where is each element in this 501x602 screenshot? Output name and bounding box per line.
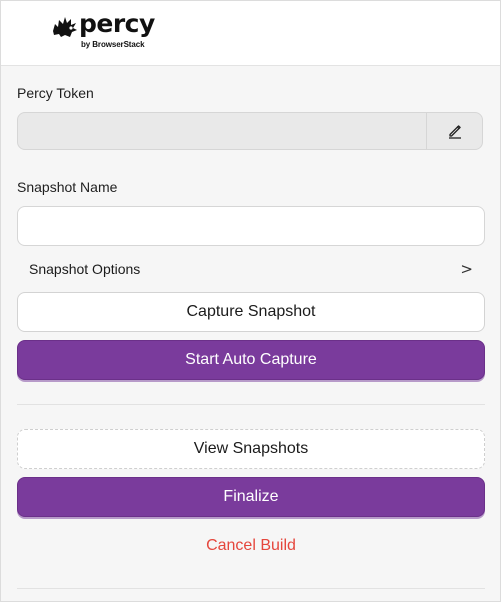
logo-byline: by BrowserStack [81, 40, 145, 49]
percy-token-label: Percy Token [17, 85, 94, 101]
pencil-icon [448, 125, 461, 139]
finalize-button[interactable]: Finalize [17, 477, 485, 517]
percy-hedgehog-icon [53, 17, 77, 37]
view-snapshots-button[interactable]: View Snapshots [17, 429, 485, 469]
section-divider [17, 404, 485, 405]
percy-panel: percy by BrowserStack Percy Token Snapsh… [0, 0, 501, 602]
snapshot-name-input[interactable] [17, 206, 485, 246]
snapshot-options-label: Snapshot Options [29, 261, 141, 277]
chevron-right-icon: > [460, 260, 473, 278]
percy-logo: percy by BrowserStack [51, 9, 161, 53]
logo-wordmark: percy [79, 9, 155, 38]
bottom-divider [17, 588, 485, 589]
start-auto-capture-button[interactable]: Start Auto Capture [17, 340, 485, 380]
snapshot-options-toggle[interactable]: Snapshot Options > [17, 253, 485, 285]
edit-token-button[interactable] [426, 113, 482, 149]
snapshot-name-label: Snapshot Name [17, 179, 118, 195]
capture-snapshot-button[interactable]: Capture Snapshot [17, 292, 485, 332]
header: percy by BrowserStack [1, 1, 500, 66]
cancel-build-link[interactable]: Cancel Build [17, 533, 485, 559]
percy-token-field[interactable] [17, 112, 483, 150]
